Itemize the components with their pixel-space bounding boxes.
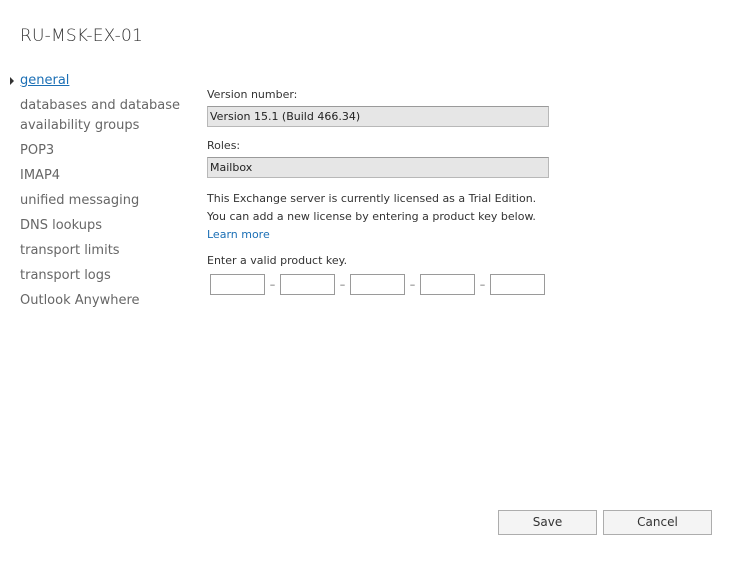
sidebar-item-outlook-anywhere[interactable]: Outlook Anywhere — [20, 291, 190, 311]
key-separator: – — [409, 278, 416, 291]
sidebar-item-label: POP3 — [20, 143, 55, 158]
version-field[interactable]: Version 15.1 (Build 466.34) — [207, 106, 549, 127]
cancel-button[interactable]: Cancel — [603, 510, 712, 535]
page-title: RU-MSK-EX-01 — [20, 26, 144, 46]
sidebar-item-label: unified messaging — [20, 193, 140, 208]
sidebar-item-transport-limits[interactable]: transport limits — [20, 241, 190, 261]
sidebar-item-general[interactable]: general — [10, 71, 190, 91]
key-separator: – — [269, 278, 276, 291]
product-key-input-3[interactable] — [350, 274, 405, 295]
sidebar-item-transport-logs[interactable]: transport logs — [20, 266, 190, 286]
roles-field[interactable]: Mailbox — [207, 157, 549, 178]
sidebar-item-label: transport logs — [20, 268, 111, 283]
product-key-input-5[interactable] — [490, 274, 545, 295]
license-notice: This Exchange server is currently licens… — [207, 190, 547, 244]
sidebar-item-label: DNS lookups — [20, 218, 103, 233]
save-button[interactable]: Save — [498, 510, 597, 535]
sidebar-item-label: IMAP4 — [20, 168, 61, 183]
product-key-group: – – – – — [210, 274, 552, 295]
sidebar-item-label: databases and database availability grou… — [20, 98, 181, 133]
sidebar-item-unified-messaging[interactable]: unified messaging — [20, 191, 190, 211]
product-key-input-4[interactable] — [420, 274, 475, 295]
roles-label: Roles: — [207, 139, 241, 152]
general-panel: Version number: Version 15.1 (Build 466.… — [207, 88, 552, 295]
sidebar-item-label: general — [20, 73, 70, 88]
license-notice-text: This Exchange server is currently licens… — [207, 192, 537, 223]
sidebar-item-dns-lookups[interactable]: DNS lookups — [20, 216, 190, 236]
caret-right-icon — [10, 77, 14, 85]
learn-more-link[interactable]: Learn more — [207, 228, 270, 241]
product-key-input-1[interactable] — [210, 274, 265, 295]
sidebar-item-label: transport limits — [20, 243, 120, 258]
product-key-input-2[interactable] — [280, 274, 335, 295]
key-separator: – — [479, 278, 486, 291]
sidebar-item-databases[interactable]: databases and database availability grou… — [20, 96, 190, 136]
sidebar-item-label: Outlook Anywhere — [20, 293, 140, 308]
version-label: Version number: — [207, 88, 298, 101]
product-key-label: Enter a valid product key. — [207, 254, 348, 267]
sidebar-nav: general databases and database availabil… — [10, 71, 190, 316]
sidebar-item-pop3[interactable]: POP3 — [20, 141, 190, 161]
sidebar-item-imap4[interactable]: IMAP4 — [20, 166, 190, 186]
key-separator: – — [339, 278, 346, 291]
